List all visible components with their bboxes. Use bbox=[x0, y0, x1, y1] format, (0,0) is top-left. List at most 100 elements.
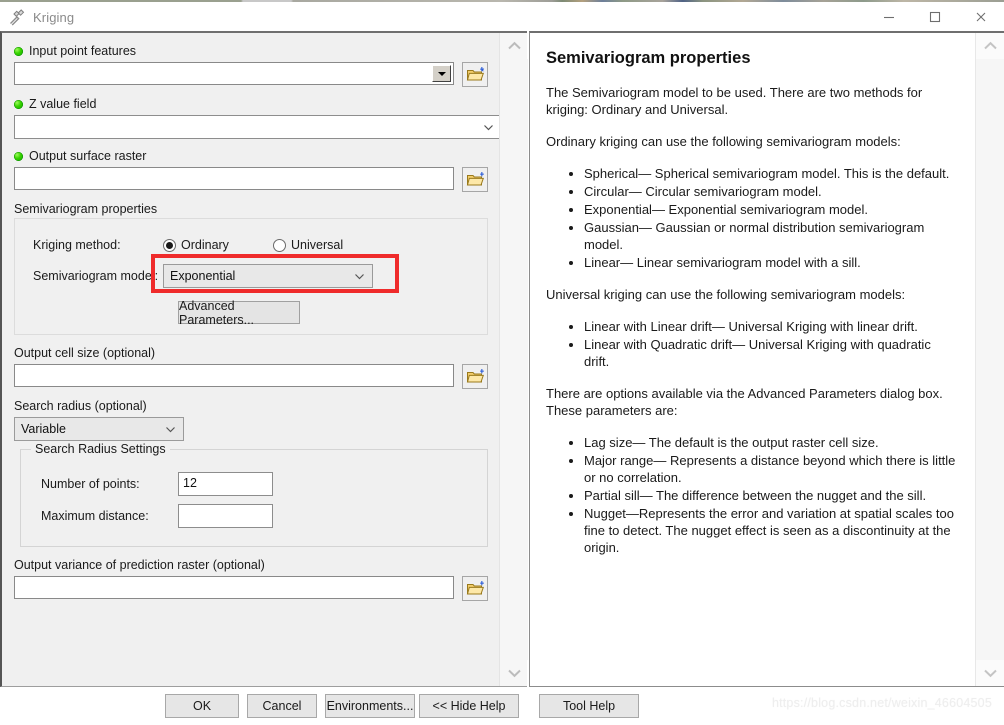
help-title: Semivariogram properties bbox=[546, 49, 751, 67]
scrollbar-track[interactable] bbox=[500, 59, 528, 660]
list-item: Exponential— Exponential semivariogram m… bbox=[584, 201, 958, 218]
chevron-down-icon bbox=[353, 270, 366, 283]
list-item: Gaussian— Gaussian or normal distributio… bbox=[584, 219, 958, 253]
search-radius-value[interactable]: Variable bbox=[21, 422, 164, 436]
field-output-variance-raster: Output variance of prediction raster (op… bbox=[2, 557, 500, 601]
scroll-up-button[interactable] bbox=[500, 33, 528, 59]
radio-universal-label: Universal bbox=[291, 238, 344, 252]
field-input-point-features: Input point features bbox=[2, 43, 500, 87]
maximize-button[interactable] bbox=[912, 2, 958, 32]
help-list-ordinary-models: Spherical— Spherical semivariogram model… bbox=[546, 165, 958, 271]
browse-output-variance-raster-button[interactable] bbox=[462, 576, 488, 601]
help-panel: Semivariogram properties The Semivariogr… bbox=[529, 31, 1004, 687]
label-search-radius: Search radius (optional) bbox=[14, 399, 147, 413]
ok-button[interactable]: OK bbox=[165, 694, 239, 718]
label-output-surface-raster: Output surface raster bbox=[14, 148, 488, 164]
help-list-advanced-parameters: Lag size— The default is the output rast… bbox=[546, 434, 958, 556]
tool-help-button[interactable]: Tool Help bbox=[539, 694, 639, 718]
cancel-button[interactable]: Cancel bbox=[247, 694, 317, 718]
environments-button[interactable]: Environments... bbox=[325, 694, 415, 718]
close-button[interactable] bbox=[958, 2, 1004, 32]
open-folder-icon bbox=[466, 172, 484, 186]
list-item: Linear— Linear semivariogram model with … bbox=[584, 254, 958, 271]
list-item: Linear with Linear drift— Universal Krig… bbox=[584, 318, 958, 335]
required-dot-icon bbox=[14, 99, 23, 109]
label-maximum-distance: Maximum distance: bbox=[41, 509, 149, 523]
help-paragraph-4: There are options available via the Adva… bbox=[546, 386, 943, 418]
parameters-content: Input point features Z value field Outpu… bbox=[2, 33, 502, 686]
help-paragraph-3: Universal kriging can use the following … bbox=[546, 287, 906, 302]
triangle-down-icon bbox=[437, 71, 446, 76]
kriging-dialog: Kriging Input point features Z value fie… bbox=[0, 0, 1004, 725]
minimize-button[interactable] bbox=[866, 2, 912, 32]
list-item: Linear with Quadratic drift— Universal K… bbox=[584, 336, 958, 370]
radio-ordinary-label: Ordinary bbox=[181, 238, 229, 252]
output-variance-raster-input[interactable] bbox=[14, 576, 454, 599]
label-output-variance-raster: Output variance of prediction raster (op… bbox=[14, 558, 265, 572]
output-cell-size-input[interactable] bbox=[14, 364, 454, 387]
search-radius-combo[interactable]: Variable bbox=[14, 417, 184, 441]
label-number-of-points: Number of points: bbox=[41, 477, 140, 491]
input-point-features-combo[interactable] bbox=[14, 62, 454, 85]
field-z-value: Z value field bbox=[2, 96, 502, 139]
help-scrollbar-track[interactable] bbox=[976, 59, 1004, 660]
semivariogram-model-value[interactable]: Exponential bbox=[170, 269, 353, 283]
parameters-scrollbar[interactable] bbox=[499, 33, 528, 686]
z-value-field-combo[interactable] bbox=[14, 115, 502, 139]
field-output-cell-size: Output cell size (optional) bbox=[2, 345, 500, 389]
search-radius-settings-group: Search Radius Settings Number of points:… bbox=[20, 442, 488, 547]
help-scroll-up-button[interactable] bbox=[976, 33, 1004, 59]
label-semivariogram-model: Semivariogram model: bbox=[33, 269, 159, 283]
help-list-universal-models: Linear with Linear drift— Universal Krig… bbox=[546, 318, 958, 370]
number-of-points-input[interactable]: 12 bbox=[178, 472, 273, 496]
row-number-of-points: Number of points: 12 bbox=[33, 468, 475, 500]
list-item: Lag size— The default is the output rast… bbox=[584, 434, 958, 451]
browse-output-cell-size-button[interactable] bbox=[462, 364, 488, 389]
semivariogram-model-combo[interactable]: Exponential bbox=[163, 264, 373, 288]
output-surface-raster-input[interactable] bbox=[14, 167, 454, 190]
field-search-radius: Search radius (optional) Variable bbox=[2, 398, 500, 441]
row-kriging-method: Kriging method: Ordinary Universal bbox=[15, 231, 487, 259]
chevron-down-icon bbox=[164, 423, 177, 436]
combo-dropdown-arrow-button[interactable] bbox=[432, 65, 451, 82]
label-kriging-method: Kriging method: bbox=[33, 238, 121, 252]
help-scrollbar[interactable] bbox=[975, 33, 1004, 686]
semivariogram-properties-inner: Kriging method: Ordinary Universal Semiv… bbox=[15, 219, 487, 334]
radio-universal[interactable]: Universal bbox=[273, 238, 343, 252]
semivariogram-properties-group: Kriging method: Ordinary Universal Semiv… bbox=[14, 218, 488, 335]
dialog-footer: OK Cancel Environments... << Hide Help T… bbox=[0, 687, 1004, 725]
label-input-point-features: Input point features bbox=[14, 43, 488, 59]
row-maximum-distance: Maximum distance: bbox=[33, 500, 475, 532]
chevron-down-icon bbox=[482, 121, 495, 134]
row-input-point-features bbox=[14, 62, 488, 87]
browse-output-surface-raster-button[interactable] bbox=[462, 167, 488, 192]
open-folder-icon bbox=[466, 369, 484, 383]
browse-input-point-features-button[interactable] bbox=[462, 62, 488, 87]
watermark-text: https://blog.csdn.net/weixin_46604505 bbox=[771, 696, 992, 710]
radio-ordinary-indicator[interactable] bbox=[163, 238, 176, 252]
scroll-down-button[interactable] bbox=[500, 660, 528, 686]
help-scroll-down-button[interactable] bbox=[976, 660, 1004, 686]
radio-ordinary[interactable]: Ordinary bbox=[163, 238, 273, 252]
title-bar: Kriging bbox=[0, 2, 1004, 32]
radio-universal-indicator[interactable] bbox=[273, 238, 286, 252]
row-output-variance-raster bbox=[14, 576, 488, 601]
required-dot-icon bbox=[14, 151, 23, 161]
list-item: Major range— Represents a distance beyon… bbox=[584, 452, 958, 486]
title-bar-left: Kriging bbox=[0, 8, 74, 26]
hide-help-button[interactable]: << Hide Help bbox=[419, 694, 519, 718]
parameters-panel: Input point features Z value field Outpu… bbox=[0, 31, 528, 687]
list-item: Spherical— Spherical semivariogram model… bbox=[584, 165, 958, 182]
advanced-parameters-button[interactable]: Advanced Parameters... bbox=[178, 299, 300, 327]
row-output-cell-size bbox=[14, 364, 488, 389]
row-output-surface-raster bbox=[14, 167, 488, 192]
search-radius-settings-legend: Search Radius Settings bbox=[31, 442, 170, 456]
label-z-value-field: Z value field bbox=[14, 96, 488, 112]
row-z-value-field bbox=[14, 115, 502, 139]
row-search-radius: Variable bbox=[14, 417, 488, 441]
hammer-icon bbox=[8, 8, 26, 26]
window-title: Kriging bbox=[33, 9, 75, 25]
label-output-cell-size: Output cell size (optional) bbox=[14, 346, 156, 360]
maximum-distance-input[interactable] bbox=[178, 504, 273, 528]
open-folder-icon bbox=[466, 67, 484, 81]
